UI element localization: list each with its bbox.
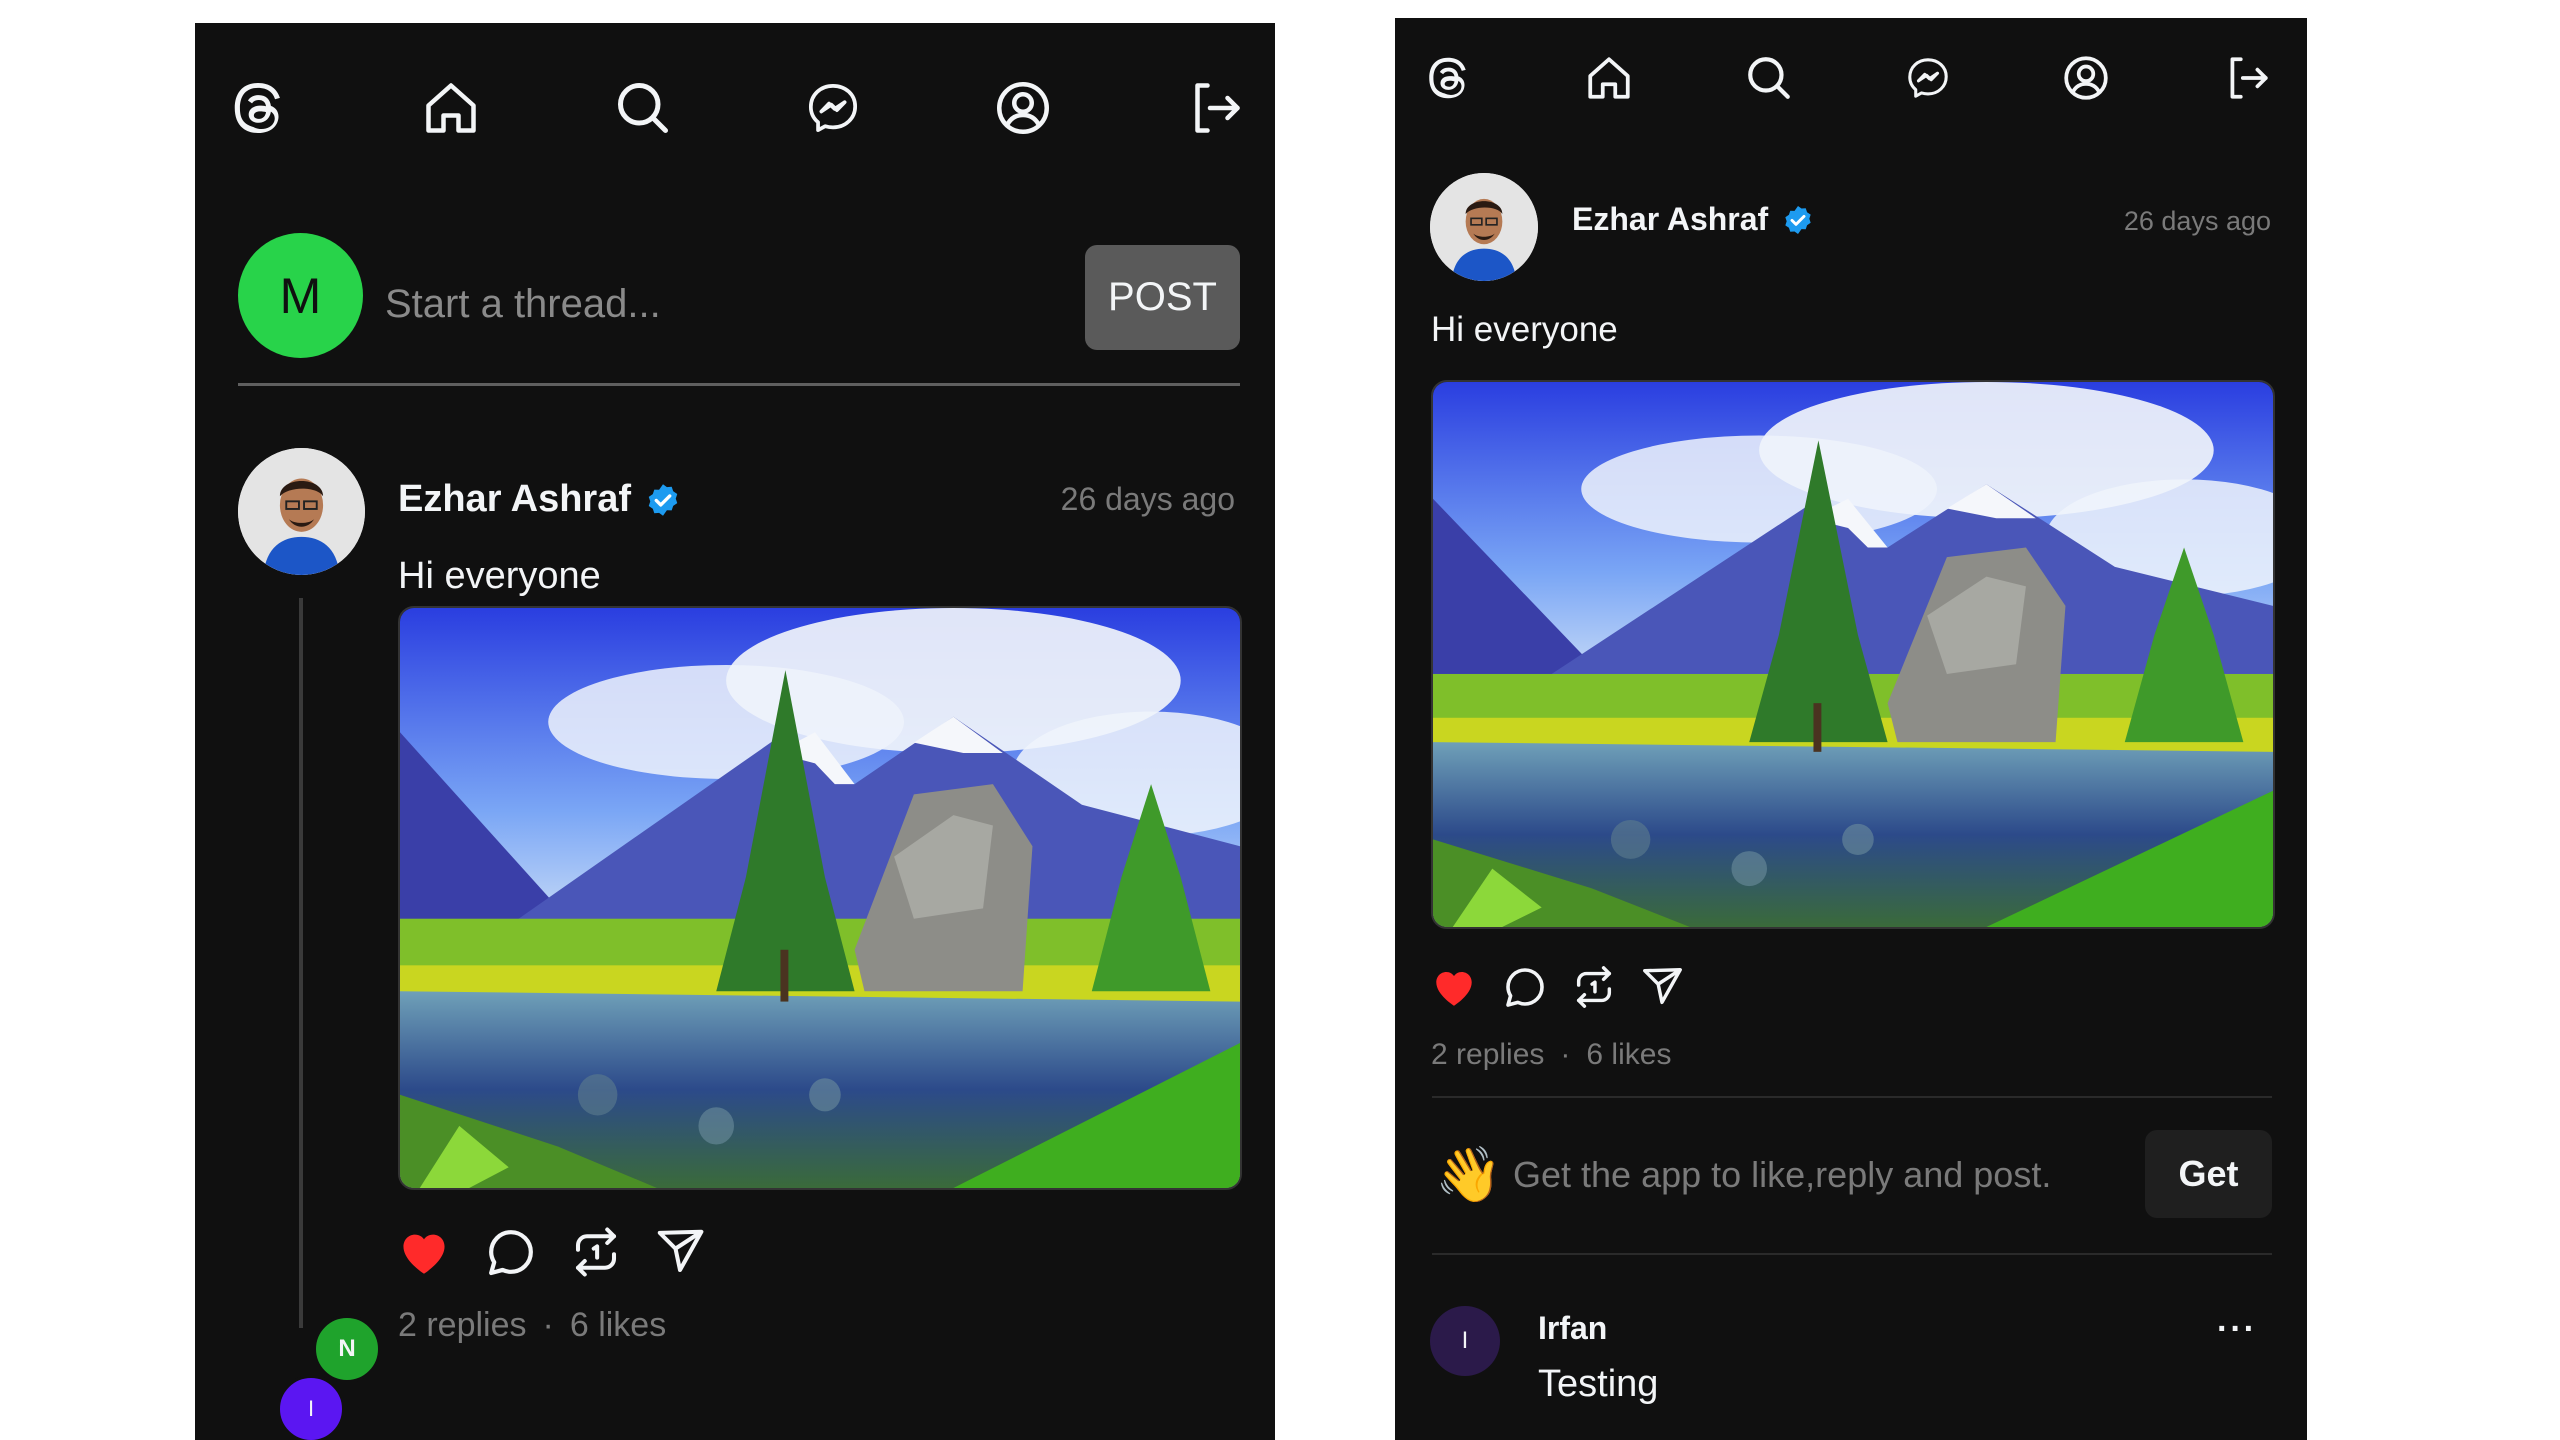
profile-icon[interactable] xyxy=(993,78,1053,138)
reply-author[interactable]: Irfan xyxy=(1538,1310,1607,1347)
thread-input[interactable] xyxy=(383,268,1027,340)
logout-icon[interactable] xyxy=(1185,78,1245,138)
post-time: 26 days ago xyxy=(1060,481,1235,517)
verified-icon xyxy=(1785,205,1811,234)
top-nav xyxy=(195,58,1275,158)
get-app-button[interactable]: Get xyxy=(2145,1130,2272,1218)
logout-icon[interactable] xyxy=(2222,53,2272,103)
divider xyxy=(1432,1253,2272,1255)
threads-logo-icon[interactable] xyxy=(1423,53,1473,103)
author-name[interactable]: Ezhar Ashraf xyxy=(1572,201,1814,238)
reply-avatar: N xyxy=(313,1315,381,1383)
post-button[interactable]: POST xyxy=(1085,245,1240,350)
replies-count[interactable]: 2 replies xyxy=(398,1306,527,1345)
post-stats: 2 replies · 6 likes xyxy=(398,1306,666,1345)
post-text: Hi everyone xyxy=(1431,310,1618,349)
thread-composer: M POST xyxy=(238,213,1240,386)
get-app-banner: 👋 Get the app to like,reply and post. Ge… xyxy=(1435,1130,2272,1220)
author-avatar[interactable] xyxy=(238,448,365,575)
post-stats: 2 replies · 6 likes xyxy=(1431,1038,1671,1072)
messenger-icon[interactable] xyxy=(1905,55,1951,101)
post-actions xyxy=(1429,962,1685,1012)
avatar: M xyxy=(238,233,363,358)
share-icon[interactable] xyxy=(1639,964,1685,1010)
repost-icon[interactable] xyxy=(569,1225,623,1279)
heart-icon[interactable] xyxy=(395,1223,453,1281)
home-icon[interactable] xyxy=(1584,53,1634,103)
replies-count[interactable]: 2 replies xyxy=(1431,1038,1544,1072)
heart-icon[interactable] xyxy=(1429,962,1479,1012)
top-nav xyxy=(1395,38,2307,118)
comment-icon[interactable] xyxy=(1501,963,1549,1011)
more-options-icon[interactable]: ··· xyxy=(2217,1310,2257,1349)
post-image[interactable] xyxy=(1431,380,2275,929)
author-name[interactable]: Ezhar Ashraf xyxy=(398,478,681,521)
separator: · xyxy=(1560,1038,1571,1071)
comment-icon[interactable] xyxy=(483,1224,539,1280)
search-icon[interactable] xyxy=(1744,53,1794,103)
reply-avatar: I xyxy=(277,1375,345,1440)
waving-hand-icon: 👋 xyxy=(1435,1144,1503,1205)
profile-icon[interactable] xyxy=(2061,53,2111,103)
repost-icon[interactable] xyxy=(1571,964,1617,1010)
share-icon[interactable] xyxy=(653,1225,707,1279)
threads-logo-icon[interactable] xyxy=(227,77,289,139)
likes-count[interactable]: 6 likes xyxy=(570,1306,666,1345)
reply-avatar[interactable]: I xyxy=(1430,1306,1500,1376)
post-time: 26 days ago xyxy=(2123,206,2271,236)
thread-line xyxy=(299,598,303,1328)
author-name-text[interactable]: Ezhar Ashraf xyxy=(398,478,631,521)
get-app-text: Get the app to like,reply and post. xyxy=(1513,1154,2052,1195)
post-actions xyxy=(395,1223,707,1281)
messenger-icon[interactable] xyxy=(805,80,861,136)
verified-icon xyxy=(648,483,678,516)
reply-text: Testing xyxy=(1538,1363,1659,1405)
thread-feed-panel: M POST Ezhar Ashraf 26 days ago Hi every… xyxy=(195,23,1275,1440)
likes-count[interactable]: 6 likes xyxy=(1586,1038,1671,1072)
post-image[interactable] xyxy=(398,606,1242,1190)
author-avatar[interactable] xyxy=(1430,173,1538,281)
separator: · xyxy=(542,1306,554,1344)
home-icon[interactable] xyxy=(421,78,481,138)
search-icon[interactable] xyxy=(613,78,673,138)
divider xyxy=(1432,1096,2272,1098)
post-text: Hi everyone xyxy=(398,555,601,597)
author-name-text[interactable]: Ezhar Ashraf xyxy=(1572,201,1768,238)
post-detail-panel: Ezhar Ashraf 26 days ago Hi everyone 2 r… xyxy=(1395,18,2307,1440)
